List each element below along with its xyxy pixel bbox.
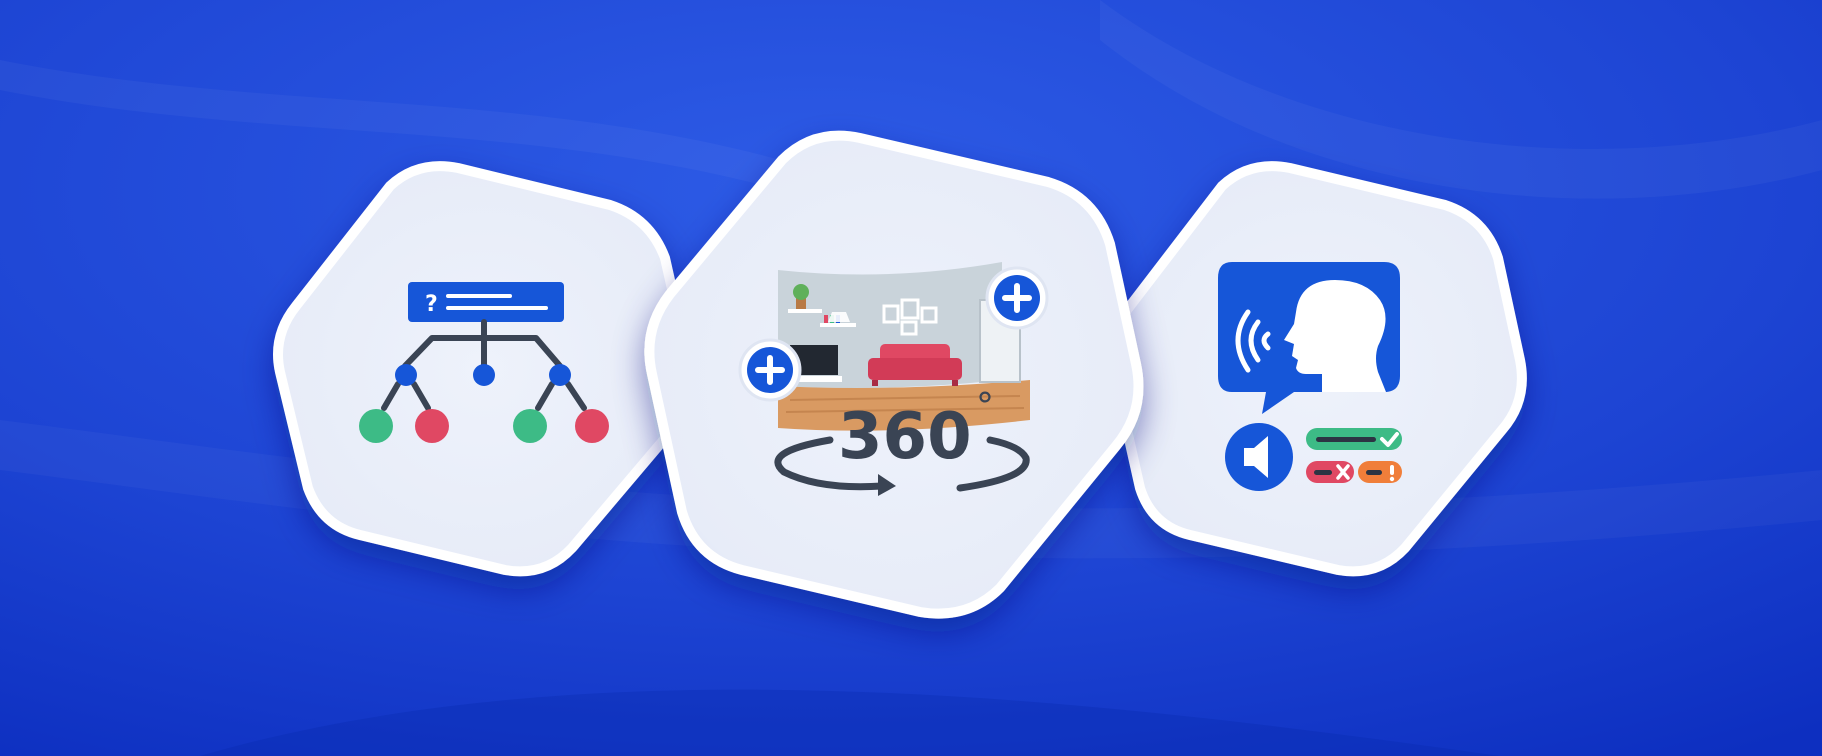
panorama-degree: ° [976,386,994,427]
hotspot-plus-right[interactable] [985,266,1049,330]
panorama-number: 360 [838,400,972,474]
speaker-icon [1225,423,1293,491]
feedback-pill-correct [1306,428,1402,450]
icon-cards: ? 360 ° [273,130,1527,619]
question-mark: ? [425,292,438,317]
tree-leaf-green [513,409,547,443]
tree-node [473,364,495,386]
feedback-pill-wrong [1306,461,1354,483]
tree-leaf-red [415,409,449,443]
tree-leaf-green [359,409,393,443]
hotspot-plus-left[interactable] [738,338,802,402]
tree-node [549,364,571,386]
banner: ? 360 ° [0,0,1822,756]
feedback-pill-warning [1358,461,1402,483]
tree-node [395,364,417,386]
tree-leaf-red [575,409,609,443]
exclamation-icon [1390,465,1394,475]
sofa [868,344,962,386]
